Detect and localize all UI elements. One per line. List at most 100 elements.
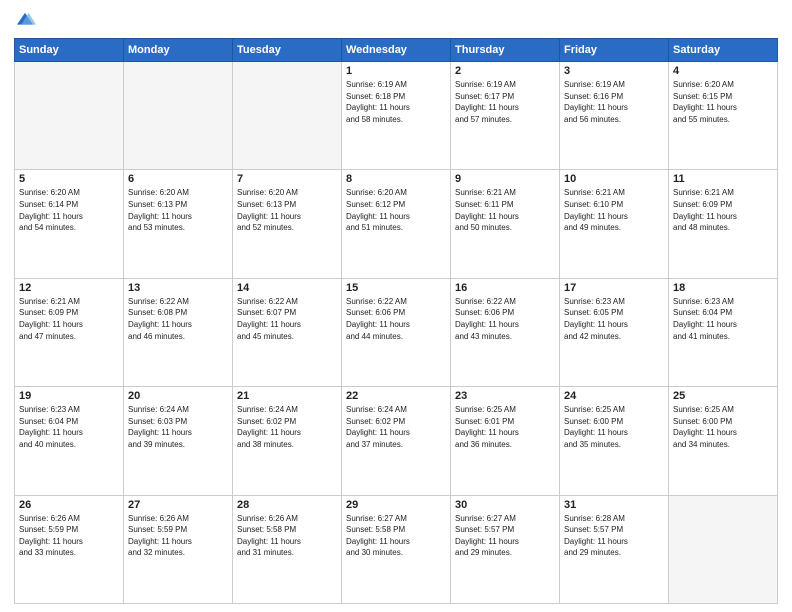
day-cell: 16 Sunrise: 6:22 AM Sunset: 6:06 PM Dayli… — [451, 278, 560, 386]
day-number: 6 — [128, 173, 228, 185]
day-info: Sunrise: 6:19 AM Sunset: 6:16 PM Dayligh… — [564, 79, 664, 125]
week-row-2: 5 Sunrise: 6:20 AM Sunset: 6:14 PM Daylig… — [15, 170, 778, 278]
day-info: Sunrise: 6:27 AM Sunset: 5:58 PM Dayligh… — [346, 513, 446, 559]
day-number: 2 — [455, 65, 555, 77]
day-info: Sunrise: 6:24 AM Sunset: 6:02 PM Dayligh… — [346, 404, 446, 450]
day-cell: 11Sunrise: 6:21 AM Sunset: 6:09 PM Dayli… — [669, 170, 778, 278]
day-number: 3 — [564, 65, 664, 77]
day-cell: 27 Sunrise: 6:26 AM Sunset: 5:59 PM Dayli… — [124, 495, 233, 603]
day-cell: 13 Sunrise: 6:22 AM Sunset: 6:08 PM Dayli… — [124, 278, 233, 386]
day-info: Sunrise: 6:24 AM Sunset: 6:03 PM Dayligh… — [128, 404, 228, 450]
day-info: Sunrise: 6:25 AM Sunset: 6:01 PM Dayligh… — [455, 404, 555, 450]
day-cell — [669, 495, 778, 603]
day-info: Sunrise: 6:22 AM Sunset: 6:08 PM Dayligh… — [128, 296, 228, 342]
day-info: Sunrise: 6:26 AM Sunset: 5:58 PM Dayligh… — [237, 513, 337, 559]
day-info: Sunrise: 6:21 AM Sunset: 6:09 PM Dayligh… — [19, 296, 119, 342]
day-cell — [124, 62, 233, 170]
day-info: Sunrise: 6:20 AM Sunset: 6:15 PM Dayligh… — [673, 79, 773, 125]
day-cell: 21 Sunrise: 6:24 AM Sunset: 6:02 PM Dayli… — [233, 387, 342, 495]
day-number: 25 — [673, 390, 773, 402]
day-info: Sunrise: 6:21 AM Sunset: 6:10 PM Dayligh… — [564, 187, 664, 233]
day-number: 24 — [564, 390, 664, 402]
col-header-sunday: Sunday — [15, 39, 124, 62]
day-cell: 14Sunrise: 6:22 AM Sunset: 6:07 PM Dayli… — [233, 278, 342, 386]
day-number: 17 — [564, 282, 664, 294]
col-header-wednesday: Wednesday — [342, 39, 451, 62]
day-cell: 3 Sunrise: 6:19 AM Sunset: 6:16 PM Daylig… — [560, 62, 669, 170]
day-info: Sunrise: 6:25 AM Sunset: 6:00 PM Dayligh… — [673, 404, 773, 450]
col-header-monday: Monday — [124, 39, 233, 62]
day-cell: 29 Sunrise: 6:27 AM Sunset: 5:58 PM Dayli… — [342, 495, 451, 603]
day-number: 1 — [346, 65, 446, 77]
day-cell: 9Sunrise: 6:21 AM Sunset: 6:11 PM Daylig… — [451, 170, 560, 278]
header — [14, 10, 778, 32]
day-number: 22 — [346, 390, 446, 402]
day-cell: 18 Sunrise: 6:23 AM Sunset: 6:04 PM Dayli… — [669, 278, 778, 386]
day-info: Sunrise: 6:27 AM Sunset: 5:57 PM Dayligh… — [455, 513, 555, 559]
day-info: Sunrise: 6:23 AM Sunset: 6:05 PM Dayligh… — [564, 296, 664, 342]
day-number: 12 — [19, 282, 119, 294]
day-number: 28 — [237, 499, 337, 511]
day-cell: 25 Sunrise: 6:25 AM Sunset: 6:00 PM Dayli… — [669, 387, 778, 495]
day-info: Sunrise: 6:19 AM Sunset: 6:17 PM Dayligh… — [455, 79, 555, 125]
day-number: 18 — [673, 282, 773, 294]
week-row-4: 19 Sunrise: 6:23 AM Sunset: 6:04 PM Dayli… — [15, 387, 778, 495]
day-cell: 6 Sunrise: 6:20 AM Sunset: 6:13 PM Daylig… — [124, 170, 233, 278]
day-info: Sunrise: 6:21 AM Sunset: 6:11 PM Dayligh… — [455, 187, 555, 233]
calendar-table: SundayMondayTuesdayWednesdayThursdayFrid… — [14, 38, 778, 604]
col-header-tuesday: Tuesday — [233, 39, 342, 62]
day-cell — [233, 62, 342, 170]
day-number: 19 — [19, 390, 119, 402]
day-cell — [15, 62, 124, 170]
day-cell: 28 Sunrise: 6:26 AM Sunset: 5:58 PM Dayli… — [233, 495, 342, 603]
day-number: 30 — [455, 499, 555, 511]
day-cell: 15Sunrise: 6:22 AM Sunset: 6:06 PM Dayli… — [342, 278, 451, 386]
day-info: Sunrise: 6:26 AM Sunset: 5:59 PM Dayligh… — [128, 513, 228, 559]
day-cell: 2 Sunrise: 6:19 AM Sunset: 6:17 PM Daylig… — [451, 62, 560, 170]
day-info: Sunrise: 6:23 AM Sunset: 6:04 PM Dayligh… — [19, 404, 119, 450]
day-info: Sunrise: 6:23 AM Sunset: 6:04 PM Dayligh… — [673, 296, 773, 342]
day-number: 4 — [673, 65, 773, 77]
week-row-1: 1 Sunrise: 6:19 AM Sunset: 6:18 PM Daylig… — [15, 62, 778, 170]
day-number: 26 — [19, 499, 119, 511]
day-cell: 22 Sunrise: 6:24 AM Sunset: 6:02 PM Dayli… — [342, 387, 451, 495]
day-cell: 23 Sunrise: 6:25 AM Sunset: 6:01 PM Dayli… — [451, 387, 560, 495]
day-cell: 19 Sunrise: 6:23 AM Sunset: 6:04 PM Dayli… — [15, 387, 124, 495]
day-cell: 24 Sunrise: 6:25 AM Sunset: 6:00 PM Dayli… — [560, 387, 669, 495]
col-header-saturday: Saturday — [669, 39, 778, 62]
day-number: 27 — [128, 499, 228, 511]
day-number: 5 — [19, 173, 119, 185]
logo-icon — [14, 10, 36, 32]
day-number: 29 — [346, 499, 446, 511]
day-cell: 1 Sunrise: 6:19 AM Sunset: 6:18 PM Daylig… — [342, 62, 451, 170]
day-cell: 10 Sunrise: 6:21 AM Sunset: 6:10 PM Dayli… — [560, 170, 669, 278]
day-number: 31 — [564, 499, 664, 511]
day-info: Sunrise: 6:22 AM Sunset: 6:06 PM Dayligh… — [455, 296, 555, 342]
week-row-3: 12 Sunrise: 6:21 AM Sunset: 6:09 PM Dayli… — [15, 278, 778, 386]
day-number: 20 — [128, 390, 228, 402]
day-info: Sunrise: 6:22 AM Sunset: 6:06 PM Dayligh… — [346, 296, 446, 342]
day-number: 16 — [455, 282, 555, 294]
day-number: 10 — [564, 173, 664, 185]
day-cell: 7Sunrise: 6:20 AM Sunset: 6:13 PM Daylig… — [233, 170, 342, 278]
day-info: Sunrise: 6:20 AM Sunset: 6:12 PM Dayligh… — [346, 187, 446, 233]
day-number: 21 — [237, 390, 337, 402]
day-number: 13 — [128, 282, 228, 294]
day-info: Sunrise: 6:28 AM Sunset: 5:57 PM Dayligh… — [564, 513, 664, 559]
day-info: Sunrise: 6:26 AM Sunset: 5:59 PM Dayligh… — [19, 513, 119, 559]
week-row-5: 26 Sunrise: 6:26 AM Sunset: 5:59 PM Dayli… — [15, 495, 778, 603]
day-info: Sunrise: 6:25 AM Sunset: 6:00 PM Dayligh… — [564, 404, 664, 450]
day-info: Sunrise: 6:24 AM Sunset: 6:02 PM Dayligh… — [237, 404, 337, 450]
day-cell: 20 Sunrise: 6:24 AM Sunset: 6:03 PM Dayli… — [124, 387, 233, 495]
day-number: 8 — [346, 173, 446, 185]
day-cell: 5 Sunrise: 6:20 AM Sunset: 6:14 PM Daylig… — [15, 170, 124, 278]
day-number: 7 — [237, 173, 337, 185]
day-number: 23 — [455, 390, 555, 402]
day-number: 11 — [673, 173, 773, 185]
day-cell: 8 Sunrise: 6:20 AM Sunset: 6:12 PM Daylig… — [342, 170, 451, 278]
day-info: Sunrise: 6:20 AM Sunset: 6:13 PM Dayligh… — [128, 187, 228, 233]
day-info: Sunrise: 6:19 AM Sunset: 6:18 PM Dayligh… — [346, 79, 446, 125]
day-cell: 17 Sunrise: 6:23 AM Sunset: 6:05 PM Dayli… — [560, 278, 669, 386]
day-info: Sunrise: 6:20 AM Sunset: 6:14 PM Dayligh… — [19, 187, 119, 233]
day-cell: 12 Sunrise: 6:21 AM Sunset: 6:09 PM Dayli… — [15, 278, 124, 386]
